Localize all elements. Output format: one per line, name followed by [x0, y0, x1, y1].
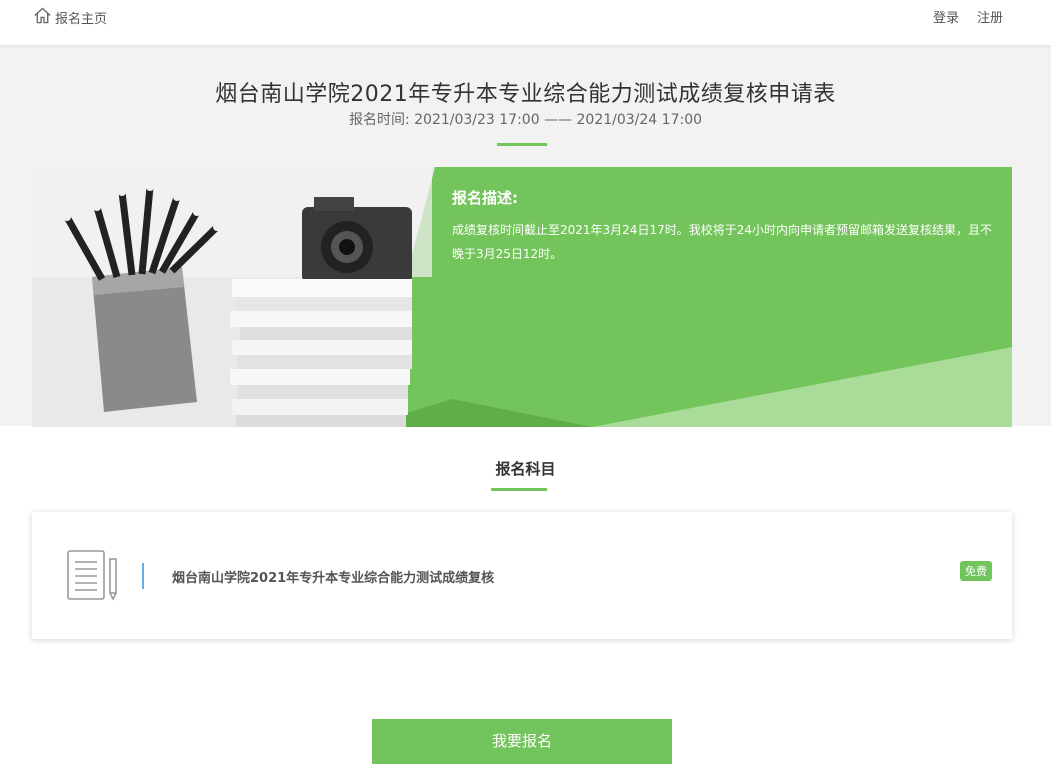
home-icon [33, 6, 55, 29]
section-underline [491, 488, 547, 491]
home-link-label: 报名主页 [55, 12, 108, 27]
banner-text: 报名描述: 成绩复核时间截止至2021年3月24日17时。我校将于24小时内向申… [452, 187, 1000, 266]
section-title: 报名科目 [495, 460, 556, 478]
title-underline [497, 143, 547, 146]
pencil-icon [109, 558, 117, 601]
auth-links: 登录 注册 [933, 7, 1003, 26]
banner-description: 成绩复核时间截止至2021年3月24日17时。我校将于24小时内向申请者预留邮箱… [452, 223, 992, 261]
register-button[interactable]: 我要报名 [372, 719, 672, 764]
registration-period: 报名时间: 2021/03/23 17:00 —— 2021/03/24 17:… [348, 112, 703, 128]
document-icon [66, 549, 120, 601]
description-banner: 报名描述: 成绩复核时间截止至2021年3月24日17时。我校将于24小时内向申… [32, 167, 1012, 427]
free-badge: 免费 [960, 561, 992, 581]
subject-card[interactable]: 烟台南山学院2021年专升本专业综合能力测试成绩复核 免费 [32, 512, 1012, 639]
subject-title: 烟台南山学院2021年专升本专业综合能力测试成绩复核 [172, 571, 495, 586]
login-link[interactable]: 登录 [933, 7, 959, 26]
register-link[interactable]: 注册 [977, 7, 1003, 26]
card-accent-bar [142, 563, 144, 589]
banner-heading: 报名描述: [452, 189, 518, 207]
top-navbar: 报名主页 登录 注册 [0, 0, 1051, 46]
home-link[interactable]: 报名主页 [33, 6, 107, 29]
page-title: 烟台南山学院2021年专升本专业综合能力测试成绩复核申请表 [215, 82, 836, 107]
